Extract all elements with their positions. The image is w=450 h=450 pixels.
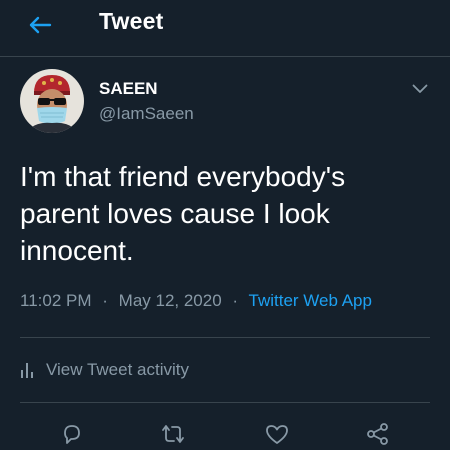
view-activity-label: View Tweet activity [46, 360, 189, 379]
display-name[interactable]: SAEEN [99, 79, 158, 99]
tweet-text: I'm that friend everybody's parent loves… [20, 161, 346, 266]
retweet-button[interactable] [159, 420, 187, 448]
reply-icon [64, 425, 80, 444]
meta-separator: · [232, 291, 239, 310]
tweet-time[interactable]: 11:02 PM [20, 291, 92, 310]
chevron-down-icon [412, 84, 428, 93]
share-button[interactable] [364, 420, 392, 448]
bar-chart-icon [21, 363, 33, 378]
page-title: Tweet [99, 8, 164, 34]
activity-divider [20, 402, 430, 403]
like-button[interactable] [263, 420, 291, 448]
top-bar: Tweet [0, 0, 450, 54]
tweet-meta: 11:02 PM · May 12, 2020 · Twitter Web Ap… [20, 291, 372, 311]
arrow-left-icon [29, 16, 52, 34]
more-options-button[interactable] [409, 80, 431, 98]
avatar[interactable] [20, 69, 84, 133]
header-divider [0, 56, 450, 57]
meta-divider [20, 337, 430, 338]
meta-separator: · [102, 291, 108, 310]
like-icon [266, 425, 288, 444]
tweet-date[interactable]: May 12, 2020 [119, 291, 222, 310]
avatar-image [20, 69, 84, 133]
view-activity-button[interactable]: View Tweet activity [20, 357, 189, 383]
share-icon [367, 423, 388, 445]
reply-button[interactable] [58, 420, 86, 448]
retweet-icon [162, 425, 184, 443]
user-handle[interactable]: @IamSaeen [99, 104, 194, 124]
tweet-detail-screen: Tweet SAEEN @IamSaeen I'm that friend ev… [0, 0, 450, 450]
tweet-source-link[interactable]: Twitter Web App [249, 291, 372, 310]
back-button[interactable] [24, 10, 56, 40]
